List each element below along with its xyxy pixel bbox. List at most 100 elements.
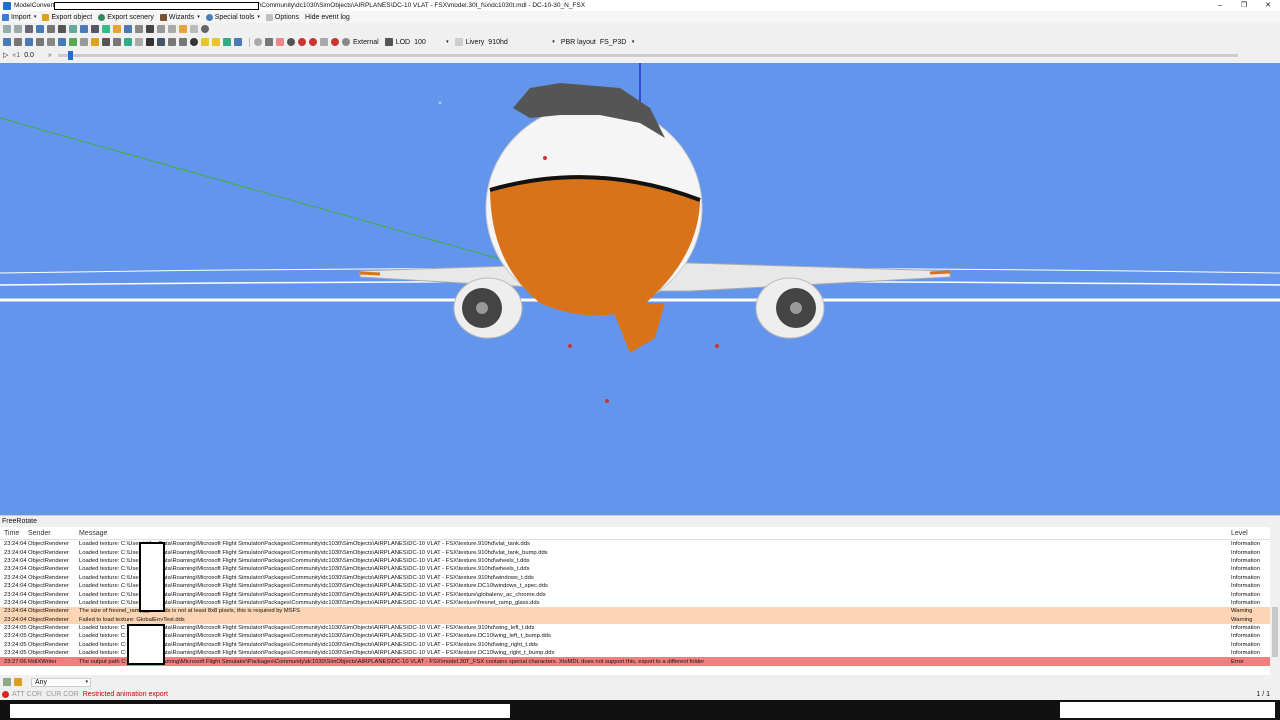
menu-import[interactable]: Import ▾ <box>2 13 36 21</box>
chevron-down-icon: ▾ <box>85 679 88 685</box>
log-row[interactable]: 23:24:04 ObjectRenderer Failed to load tex… <box>0 615 1280 624</box>
log-time: 23:24:05 <box>4 650 27 657</box>
level-filter-combo[interactable]: Any ▾ <box>31 677 91 687</box>
animation-icon[interactable] <box>124 25 132 33</box>
fit-view-icon[interactable] <box>3 38 11 46</box>
filter-edit-icon[interactable] <box>3 678 11 686</box>
camera-combo[interactable]: External <box>353 39 379 46</box>
undo-icon[interactable] <box>179 25 187 33</box>
wizard-icon <box>159 13 167 21</box>
close-button[interactable]: ✕ <box>1256 0 1280 11</box>
log-scrollbar[interactable] <box>1270 527 1280 675</box>
log-row[interactable]: 23:24:04 ObjectRenderer Loaded texture: C:… <box>0 582 1280 590</box>
log-row[interactable]: 23:24:04 ObjectRenderer Loaded texture: C:… <box>0 599 1280 607</box>
cube-icon[interactable] <box>69 38 77 46</box>
hierarchy-icon[interactable] <box>135 25 143 33</box>
sphere-icon[interactable] <box>254 38 262 46</box>
ruler-icon[interactable] <box>135 38 143 46</box>
menu-options[interactable]: Options <box>265 13 299 21</box>
settings-icon[interactable] <box>201 25 209 33</box>
speed-icon[interactable]: «1 <box>12 52 20 59</box>
remove-icon[interactable] <box>146 38 154 46</box>
back-icon[interactable] <box>3 25 11 33</box>
log-row[interactable]: 23:24:04 ObjectRenderer The size of fresne… <box>0 607 1280 616</box>
animation-slider[interactable] <box>57 50 1238 60</box>
log-sender: ObjectRenderer <box>28 591 69 598</box>
log-row[interactable]: 23:24:05 ObjectRenderer Loaded texture: C:… <box>0 641 1280 649</box>
pbr-combo[interactable]: PBR layout FS_P3D ▾ <box>561 39 635 46</box>
layers-icon[interactable] <box>113 38 121 46</box>
image-icon[interactable] <box>58 38 66 46</box>
check-icon[interactable] <box>157 38 165 46</box>
record-icon[interactable] <box>298 38 306 46</box>
log-row[interactable]: 23:24:04 ObjectRenderer Loaded texture: C:… <box>0 574 1280 582</box>
livery-combo[interactable]: Livery 910hd ▾ <box>466 39 555 46</box>
forward-icon[interactable] <box>14 25 22 33</box>
slider-thumb[interactable] <box>67 50 73 60</box>
disc-icon[interactable] <box>287 38 295 46</box>
camera-icon[interactable] <box>58 25 66 33</box>
header-sender[interactable]: Sender <box>25 530 76 537</box>
red-dot-icon[interactable] <box>331 38 339 46</box>
view-icon[interactable] <box>69 25 77 33</box>
folder-open-icon[interactable] <box>14 678 22 686</box>
menu-export-object[interactable]: Export object <box>42 13 92 21</box>
log-sender: ObjectRenderer <box>28 574 69 581</box>
pin-icon[interactable] <box>36 38 44 46</box>
copy-icon[interactable] <box>80 38 88 46</box>
filter-icon[interactable] <box>14 38 22 46</box>
swap-icon[interactable] <box>234 38 242 46</box>
redo-icon[interactable] <box>190 25 198 33</box>
menu-special-tools[interactable]: Special tools ▾ <box>205 13 260 21</box>
log-time: 23:24:04 <box>4 557 27 564</box>
bulb-icon[interactable] <box>201 38 209 46</box>
link-icon[interactable] <box>179 38 187 46</box>
log-row[interactable]: 23:24:04 ObjectRenderer Loaded texture: C:… <box>0 557 1280 565</box>
log-row[interactable]: 23:24:04 ObjectRenderer Loaded texture: C:… <box>0 565 1280 573</box>
minimize-button[interactable]: – <box>1208 0 1232 11</box>
play-icon[interactable]: ▷ <box>3 51 8 59</box>
light-icon[interactable] <box>113 25 121 33</box>
texture-icon[interactable] <box>80 25 88 33</box>
folder-icon[interactable] <box>91 38 99 46</box>
shading-icon[interactable] <box>276 38 284 46</box>
log-row[interactable]: 23:27:06 MdlXWriter The output path C:\ \A… <box>0 657 1280 666</box>
log-row[interactable]: 23:24:05 ObjectRenderer Loaded texture: C:… <box>0 632 1280 640</box>
list-icon[interactable] <box>168 25 176 33</box>
log-row[interactable]: 23:24:05 ObjectRenderer Loaded texture: C:… <box>0 624 1280 632</box>
menu-wizards[interactable]: Wizards ▾ <box>159 13 200 21</box>
header-level[interactable]: Level <box>1228 530 1268 537</box>
grid-small-icon[interactable] <box>320 38 328 46</box>
stop-icon[interactable] <box>309 38 317 46</box>
bolt-icon[interactable] <box>223 38 231 46</box>
menu-hide-event-log[interactable]: Hide event log <box>305 14 350 21</box>
box-icon[interactable] <box>102 38 110 46</box>
menu-export-scenery[interactable]: Export scenery <box>98 13 154 21</box>
wireframe-icon[interactable] <box>91 25 99 33</box>
material-icon[interactable] <box>102 25 110 33</box>
header-time[interactable]: Time <box>0 530 25 537</box>
log-row[interactable]: 23:24:04 ObjectRenderer Loaded texture: C:… <box>0 540 1280 548</box>
event-log[interactable]: Time Sender Message Level 23:24:04 Object… <box>0 527 1280 675</box>
header-message[interactable]: Message <box>76 530 1228 537</box>
scrollbar-thumb[interactable] <box>1272 607 1278 657</box>
terrain-icon[interactable] <box>124 38 132 46</box>
maximize-button[interactable]: ❐ <box>1232 0 1256 11</box>
grid-icon[interactable] <box>47 25 55 33</box>
lod-combo[interactable]: LOD 100 ▾ <box>396 39 449 46</box>
zoom-icon[interactable] <box>36 25 44 33</box>
person-icon[interactable] <box>146 25 154 33</box>
pencil-icon[interactable] <box>47 38 55 46</box>
log-row[interactable]: 23:24:05 ObjectRenderer Loaded texture: C:… <box>0 649 1280 657</box>
crosshair-icon[interactable] <box>190 38 198 46</box>
target-icon[interactable] <box>265 38 273 46</box>
grid-toggle-icon[interactable] <box>25 38 33 46</box>
model-viewport[interactable] <box>0 63 1280 515</box>
step-icon[interactable]: » <box>48 52 52 59</box>
select-icon[interactable] <box>25 25 33 33</box>
sun-icon[interactable] <box>212 38 220 46</box>
document-icon[interactable] <box>157 25 165 33</box>
log-row[interactable]: 23:24:04 ObjectRenderer Loaded texture: C:… <box>0 548 1280 556</box>
log-row[interactable]: 23:24:04 ObjectRenderer Loaded texture: C:… <box>0 590 1280 598</box>
tree-icon[interactable] <box>168 38 176 46</box>
